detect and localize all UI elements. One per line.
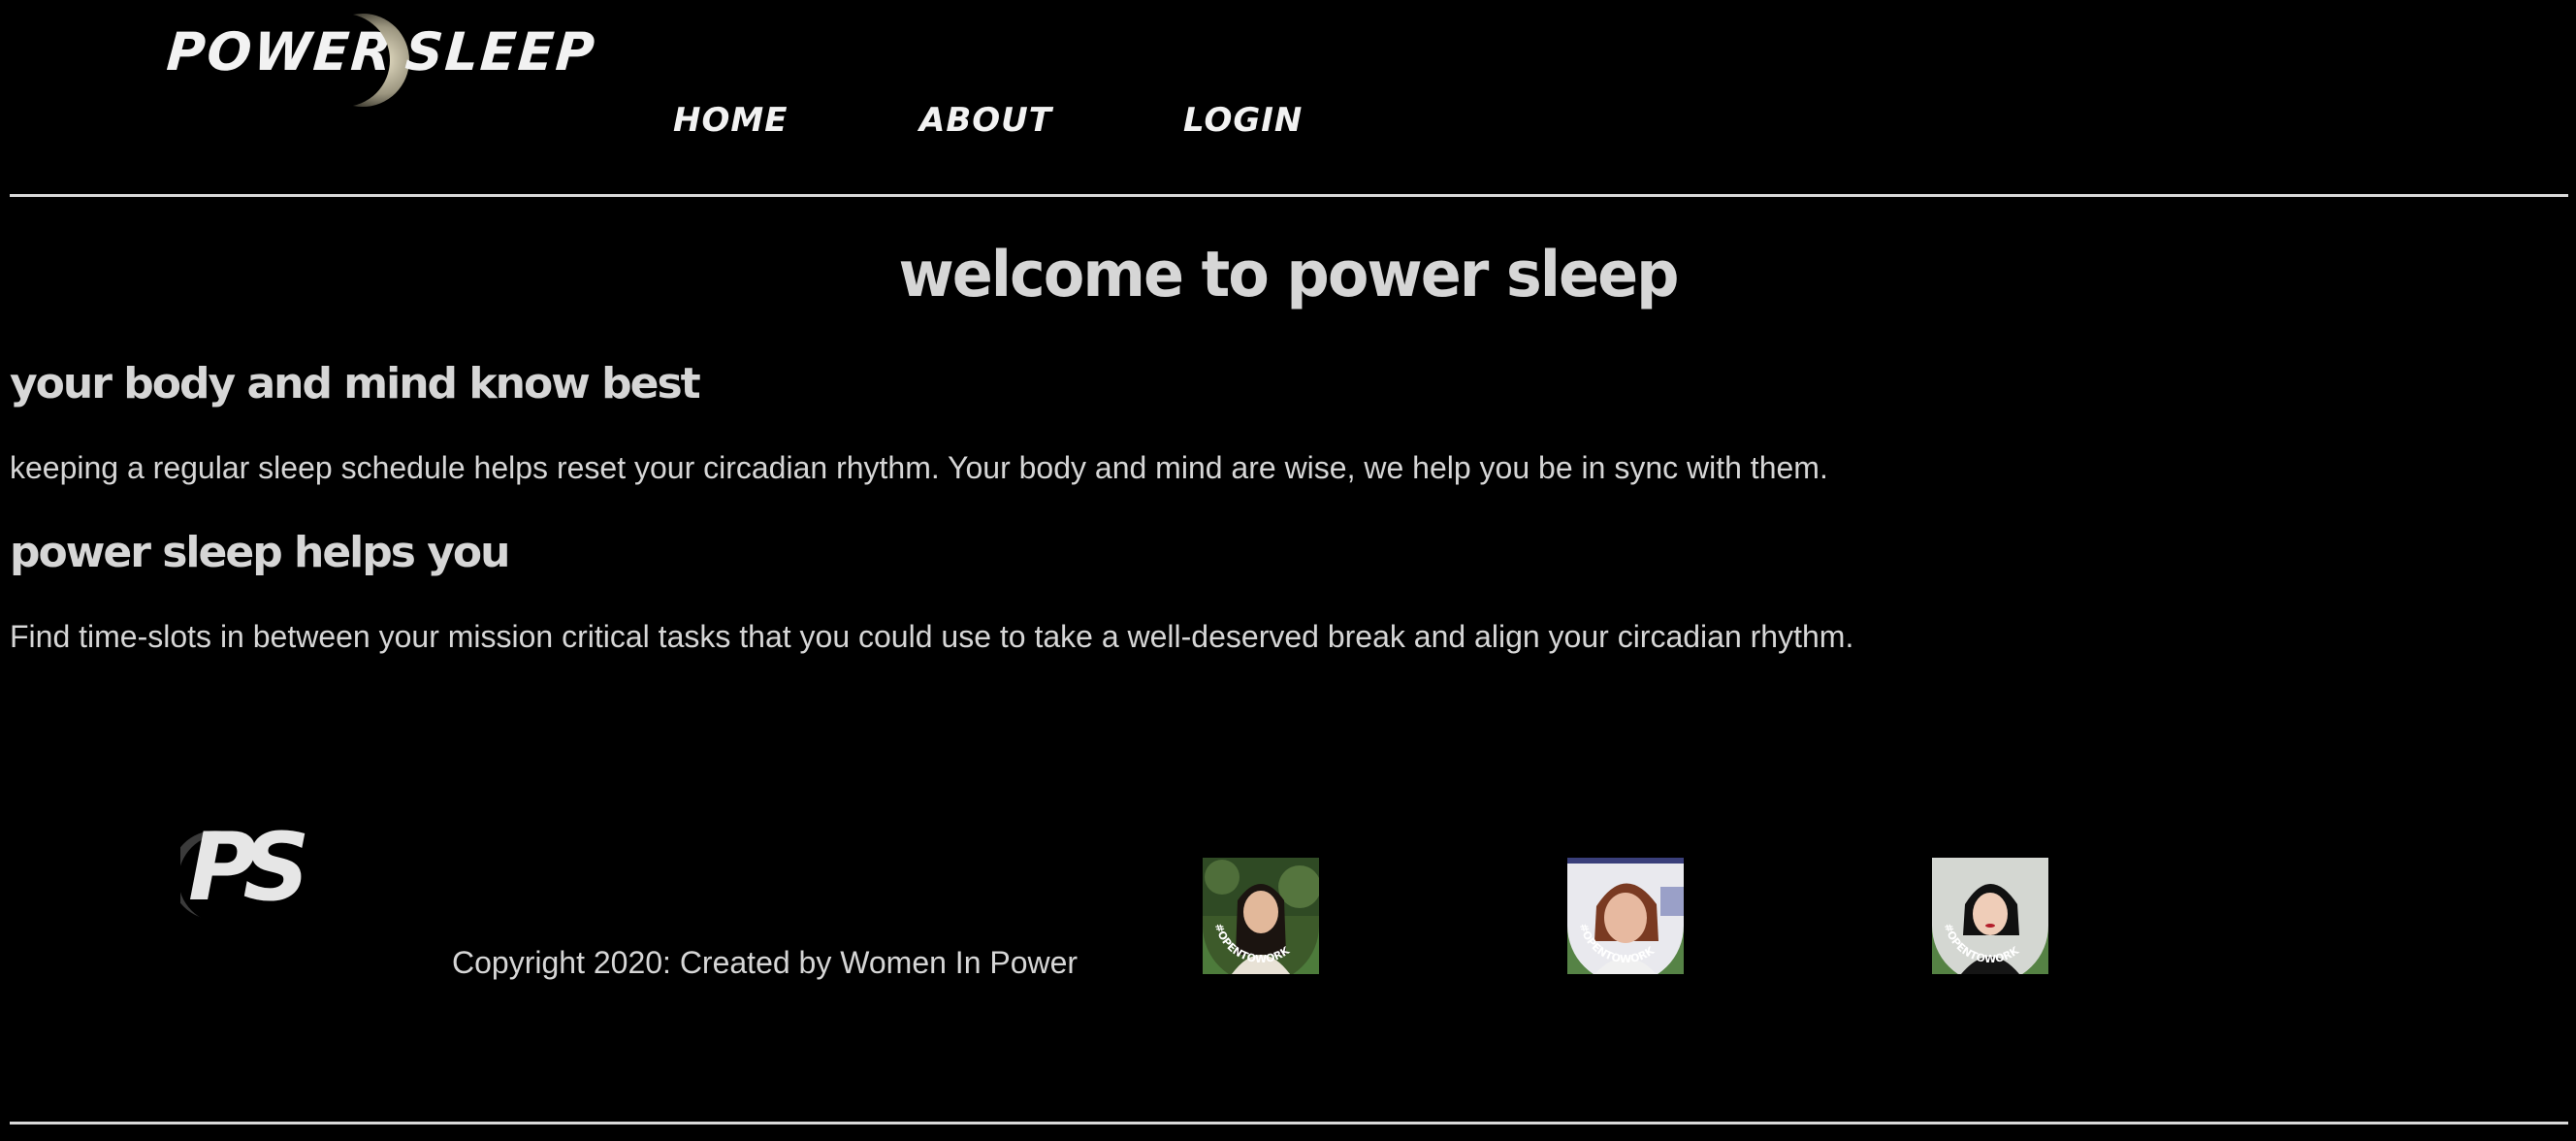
crescent-moon-icon xyxy=(316,14,409,107)
footer-ps-logo: PS xyxy=(180,813,309,929)
avatar-photo-3: #OPENTOWORK xyxy=(1932,858,2048,974)
section-text-body-mind: keeping a regular sleep schedule helps r… xyxy=(10,450,1828,485)
nav-home-link[interactable]: HOME xyxy=(673,101,788,140)
copyright-text: Copyright 2020: Created by Women In Powe… xyxy=(452,945,1079,980)
section-heading-body-mind: your body and mind know best xyxy=(10,359,701,408)
team-member-avatar-2[interactable]: #OPENTOWORK xyxy=(1567,858,1684,974)
power-sleep-logo[interactable]: POWER SLEEP xyxy=(165,10,598,112)
avatar-photo-2: #OPENTOWORK xyxy=(1567,858,1684,974)
logo-word-sleep: SLEEP xyxy=(402,21,598,82)
section-heading-helps-you: power sleep helps you xyxy=(10,528,510,577)
avatar-photo-1: #OPENTOWORK xyxy=(1203,858,1319,974)
footer-divider xyxy=(10,1122,2568,1125)
footer-logo-letters: PS xyxy=(188,813,309,922)
section-text-helps-you: Find time-slots in between your mission … xyxy=(10,619,1854,654)
team-member-avatar-3[interactable]: #OPENTOWORK xyxy=(1932,858,2048,974)
header-divider xyxy=(10,194,2568,197)
nav-login-link[interactable]: LOGIN xyxy=(1183,101,1303,140)
page-title: welcome to power sleep xyxy=(898,237,1679,311)
nav-about-link[interactable]: ABOUT xyxy=(919,101,1052,140)
team-member-avatar-1[interactable]: #OPENTOWORK xyxy=(1203,858,1319,974)
